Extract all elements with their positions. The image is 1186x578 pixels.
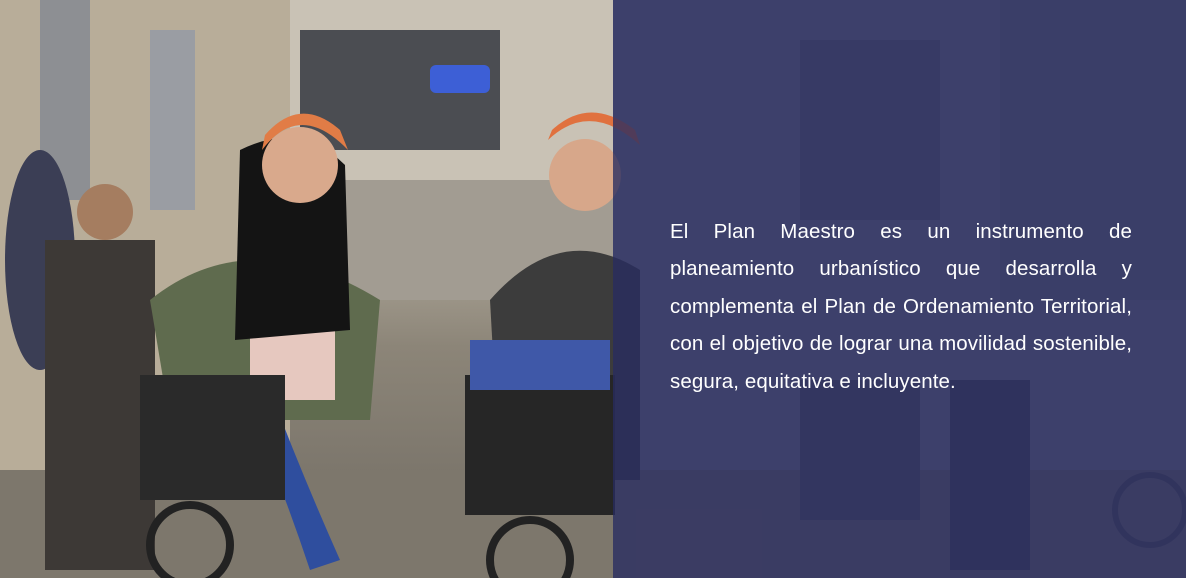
hero-banner: El Plan Maestro es un instrumento de pla… [0,0,1186,578]
hero-description: El Plan Maestro es un instrumento de pla… [670,219,1132,393]
